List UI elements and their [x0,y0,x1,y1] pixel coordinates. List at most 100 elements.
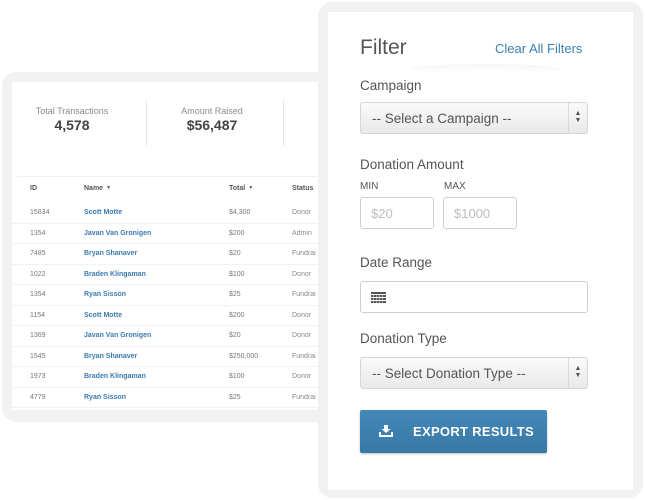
cell-id: 1354 [30,291,46,298]
donation-amount-label: Donation Amount [360,157,464,172]
cell-id: 1973 [30,373,46,380]
cell-status: Donor [292,209,312,216]
select-separator [568,358,569,388]
select-arrows-icon: ▲ ▼ [574,365,582,379]
filter-title: Filter [360,36,407,59]
cell-status: Admin [292,229,312,237]
download-icon [379,425,393,437]
cell-name-link[interactable]: Braden Klingaman [84,373,146,380]
summary-stats: Total Transactions 4,578 Amount Raised $… [12,82,318,172]
table-row: 4779 Ryan Sisson $25 Fundrai [12,388,318,408]
stat-label: Amount Raised [181,106,243,116]
stat-amount-raised: Amount Raised $56,487 [172,106,252,133]
cell-total: $200 [229,311,245,319]
min-label: MIN [360,181,379,192]
cell-id: 4779 [30,393,46,401]
filter-panel: Filter Clear All Filters Campaign -- Sel… [328,12,633,490]
table-row: 1354 Ryan Sisson $25 Fundrai [12,285,318,306]
stat-value: $56,487 [186,117,238,133]
donation-type-select-value: -- Select Donation Type -- [372,366,526,381]
divider [17,176,318,177]
sort-caret-icon: ▼ [106,185,112,191]
min-amount-input[interactable]: $20 [360,197,434,229]
cell-total: $25 [229,393,241,401]
cell-total: $25 [229,291,241,298]
cell-id: 1369 [30,332,46,339]
cell-name-link[interactable]: Braden Klingaman [84,271,146,278]
cell-total: $200 [229,229,245,237]
stat-label: Total Transactions [35,106,109,116]
cell-id: 1022 [30,270,46,278]
cell-id: 7485 [30,250,46,257]
stat-total-transactions: Total Transactions 4,578 [32,106,112,133]
max-amount-placeholder: $1000 [454,206,491,221]
column-label: Status [292,185,314,192]
column-label: Name [84,185,104,192]
cell-name-link[interactable]: Javan Van Gronigen [84,230,151,237]
cell-status: Fundrai [292,250,316,257]
table-row: 1973 Braden Klingaman $100 Donor [12,367,318,388]
decorative-shadow [410,64,560,74]
column-label: Total [229,185,246,192]
transactions-card: Total Transactions 4,578 Amount Raised $… [12,82,318,410]
table-row: 1369 Javan Van Gronigen $20 Donor [12,326,318,347]
table-row: 1154 Scott Motte $200 Donor [12,306,318,326]
cell-name-link[interactable]: Ryan Sisson [84,291,126,298]
cell-status: Donor [292,373,312,380]
table-body: 15834 Scott Motte $4,300 Donor 1354 Javan Va… [12,203,318,408]
select-separator [568,103,569,133]
max-amount-input[interactable]: $1000 [443,197,517,229]
column-header-name[interactable]: Name ▼ [84,185,111,192]
cell-id: 1545 [30,352,46,360]
max-label: MAX [444,181,466,192]
table-row: 7485 Bryan Shanaver $20 Fundrai [12,244,318,265]
cell-name-link[interactable]: Scott Motte [84,312,122,319]
cell-name-link[interactable]: Bryan Shanaver [84,250,137,257]
cell-status: Donor [292,270,312,278]
column-header-status: Status [292,185,313,192]
export-results-label: EXPORT RESULTS [413,424,534,439]
calendar-icon [371,292,386,303]
export-results-button[interactable]: EXPORT RESULTS [360,410,547,453]
date-range-input[interactable] [360,281,588,313]
table-row: 1354 Javan Van Gronigen $200 Admin [12,224,318,244]
cell-id: 15834 [30,209,50,216]
sort-caret-icon: ▼ [248,185,254,191]
cell-status: Fundrai [292,393,316,401]
cell-id: 1154 [30,311,46,319]
stat-divider [146,100,147,146]
donation-type-label: Donation Type [360,331,447,346]
cell-id: 1354 [30,229,46,237]
cell-status: Donor [292,332,312,339]
cell-total: $100 [229,373,245,380]
donation-type-select[interactable]: -- Select Donation Type -- ▲ ▼ [360,357,588,389]
cell-total: $20 [229,332,241,339]
column-label: ID [30,185,37,192]
cell-total: $100 [229,270,245,278]
table-header: ID Name ▼ Total ▼ Status [12,182,318,198]
campaign-select-value: -- Select a Campaign -- [372,111,512,126]
table-row: 1545 Bryan Shanaver $250,000 Fundrai [12,347,318,367]
column-header-total[interactable]: Total ▼ [229,185,253,192]
cell-name-link[interactable]: Scott Motte [84,209,122,216]
column-header-id: ID [30,185,37,192]
cell-total: $4,300 [229,209,251,216]
cell-total: $20 [229,250,241,257]
cell-name-link[interactable]: Javan Van Gronigen [84,332,151,339]
table-row: 1022 Braden Klingaman $100 Donor [12,265,318,285]
date-range-label: Date Range [360,255,433,270]
cell-name-link[interactable]: Ryan Sisson [84,394,126,401]
stat-divider [283,100,284,146]
cell-total: $250,000 [229,352,259,360]
select-arrows-icon: ▲ ▼ [574,110,582,124]
cell-status: Fundrai [292,291,316,298]
table-row: 15834 Scott Motte $4,300 Donor [12,203,318,224]
campaign-select[interactable]: -- Select a Campaign -- ▲ ▼ [360,102,588,134]
cell-name-link[interactable]: Bryan Shanaver [84,353,137,360]
clear-all-filters-link[interactable]: Clear All Filters [495,41,582,56]
min-amount-placeholder: $20 [371,206,393,221]
cell-status: Fundrai [292,352,316,360]
stat-value: 4,578 [54,117,90,133]
cell-status: Donor [292,311,312,319]
campaign-label: Campaign [360,78,422,93]
